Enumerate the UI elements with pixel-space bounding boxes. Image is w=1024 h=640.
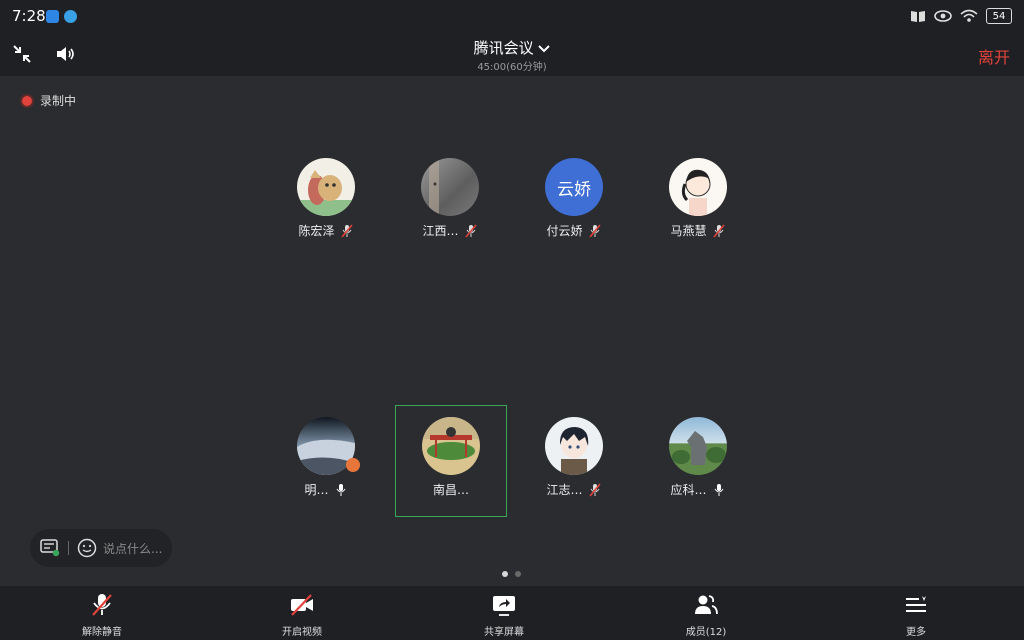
mic-muted-icon [588, 223, 601, 238]
participant-name-row: 应科… [643, 481, 753, 498]
participant-tile[interactable]: 应科… [643, 406, 753, 516]
recording-label: 录制中 [40, 94, 77, 108]
leave-button[interactable]: 离开 [978, 44, 1010, 68]
mic-muted-icon [464, 223, 477, 238]
caption-toggle-icon[interactable] [40, 539, 60, 557]
status-icons: 54 [910, 8, 1012, 24]
participant-tile[interactable]: 马燕慧 [643, 147, 753, 257]
mic-icon [336, 483, 345, 496]
chat-bar: 说点什么... [30, 529, 172, 567]
browser-app-icon [64, 10, 77, 23]
avatar [669, 158, 727, 216]
avatar [422, 417, 480, 475]
meeting-title-text: 腾讯会议 [473, 39, 534, 57]
participant-name-row: 江志… [519, 481, 629, 498]
host-badge-icon [346, 458, 360, 472]
participant-tile[interactable]: 陈宏泽 [271, 147, 381, 257]
participant-name: 江西… [422, 224, 459, 238]
participant-name: 应科… [670, 483, 707, 497]
battery-indicator: 54 [986, 8, 1012, 24]
avatar-initials: 云娇 [557, 179, 591, 200]
mic-muted-icon [340, 223, 353, 238]
share-screen-label: 共享屏幕 [484, 627, 524, 638]
unmute-button[interactable]: 解除静音 [42, 592, 162, 638]
meeting-duration: 45:00(60分钟) [477, 62, 547, 73]
avatar [297, 158, 355, 216]
start-video-label: 开启视频 [282, 627, 322, 638]
record-dot-icon [22, 95, 32, 106]
status-time: 7:28 [12, 7, 46, 25]
participant-name-row: 马燕慧 [643, 222, 753, 239]
emoji-icon[interactable] [77, 538, 97, 558]
book-icon [911, 11, 925, 22]
avatar: 云娇 [545, 158, 603, 216]
divider [68, 541, 69, 555]
squirrel-avatar-icon [297, 170, 355, 216]
chevron-down-icon [538, 45, 551, 53]
red-scene-avatar-icon [422, 417, 480, 460]
participant-name: 付云娇 [546, 224, 583, 238]
share-screen-icon [493, 596, 515, 616]
meeting-header: 腾讯会议 45:00(60分钟) 离开 [0, 32, 1024, 76]
wifi-icon [960, 9, 978, 22]
share-screen-button[interactable]: 共享屏幕 [444, 592, 564, 638]
video-off-icon [291, 594, 313, 616]
participant-name: 江志… [546, 483, 583, 497]
anime-boy-avatar-icon [559, 427, 589, 475]
more-label: 更多 [906, 627, 926, 638]
gray-photo-avatar-icon [429, 158, 439, 216]
members-label: 成员(12) [685, 627, 727, 638]
participant-tile[interactable]: 江西… [395, 147, 505, 257]
participant-name-row: 江西… [395, 222, 505, 239]
page-dot[interactable] [515, 571, 521, 577]
participant-name-row: 陈宏泽 [271, 222, 381, 239]
meeting-toolbar: 解除静音 开启视频 共享屏幕 成员(12) 更多 [0, 586, 1024, 640]
members-button[interactable]: 成员(12) [646, 592, 766, 638]
meeting-app-icon [46, 10, 59, 23]
participant-tile[interactable]: 云娇 付云娇 [519, 147, 629, 257]
cartoon-girl-avatar-icon [681, 169, 711, 216]
participant-name-row: 付云娇 [519, 222, 629, 239]
page-indicator [502, 571, 521, 577]
more-button[interactable]: 更多 [856, 592, 976, 638]
participant-name-row: 南昌… [396, 481, 506, 498]
meeting-title[interactable]: 腾讯会议 [0, 37, 1024, 58]
participant-tile-active-speaker[interactable]: 南昌… [395, 405, 507, 517]
mic-icon [714, 483, 723, 496]
recording-indicator[interactable]: 录制中 [22, 92, 76, 109]
participant-tile[interactable]: 明… [271, 406, 381, 516]
eye-icon [934, 10, 952, 22]
unmute-label: 解除静音 [82, 627, 122, 638]
mic-muted-icon [712, 223, 725, 238]
participant-name: 陈宏泽 [298, 224, 335, 238]
statue-photo-avatar-icon [672, 431, 726, 465]
participant-name-row: 明… [271, 481, 381, 498]
mic-muted-icon [92, 594, 112, 616]
avatar [669, 417, 727, 475]
avatar [421, 158, 479, 216]
more-menu-icon [906, 596, 926, 612]
avatar [545, 417, 603, 475]
members-icon [695, 595, 718, 615]
participant-name: 明… [304, 483, 329, 497]
page-dot-active[interactable] [502, 571, 508, 577]
participant-name: 马燕慧 [670, 224, 707, 238]
chat-input[interactable]: 说点什么... [103, 540, 162, 557]
status-bar: 7:28 54 [0, 0, 1024, 32]
participant-tile[interactable]: 江志… [519, 406, 629, 516]
mic-muted-icon [588, 482, 601, 497]
participant-name: 南昌… [432, 483, 469, 497]
start-video-button[interactable]: 开启视频 [242, 592, 362, 638]
